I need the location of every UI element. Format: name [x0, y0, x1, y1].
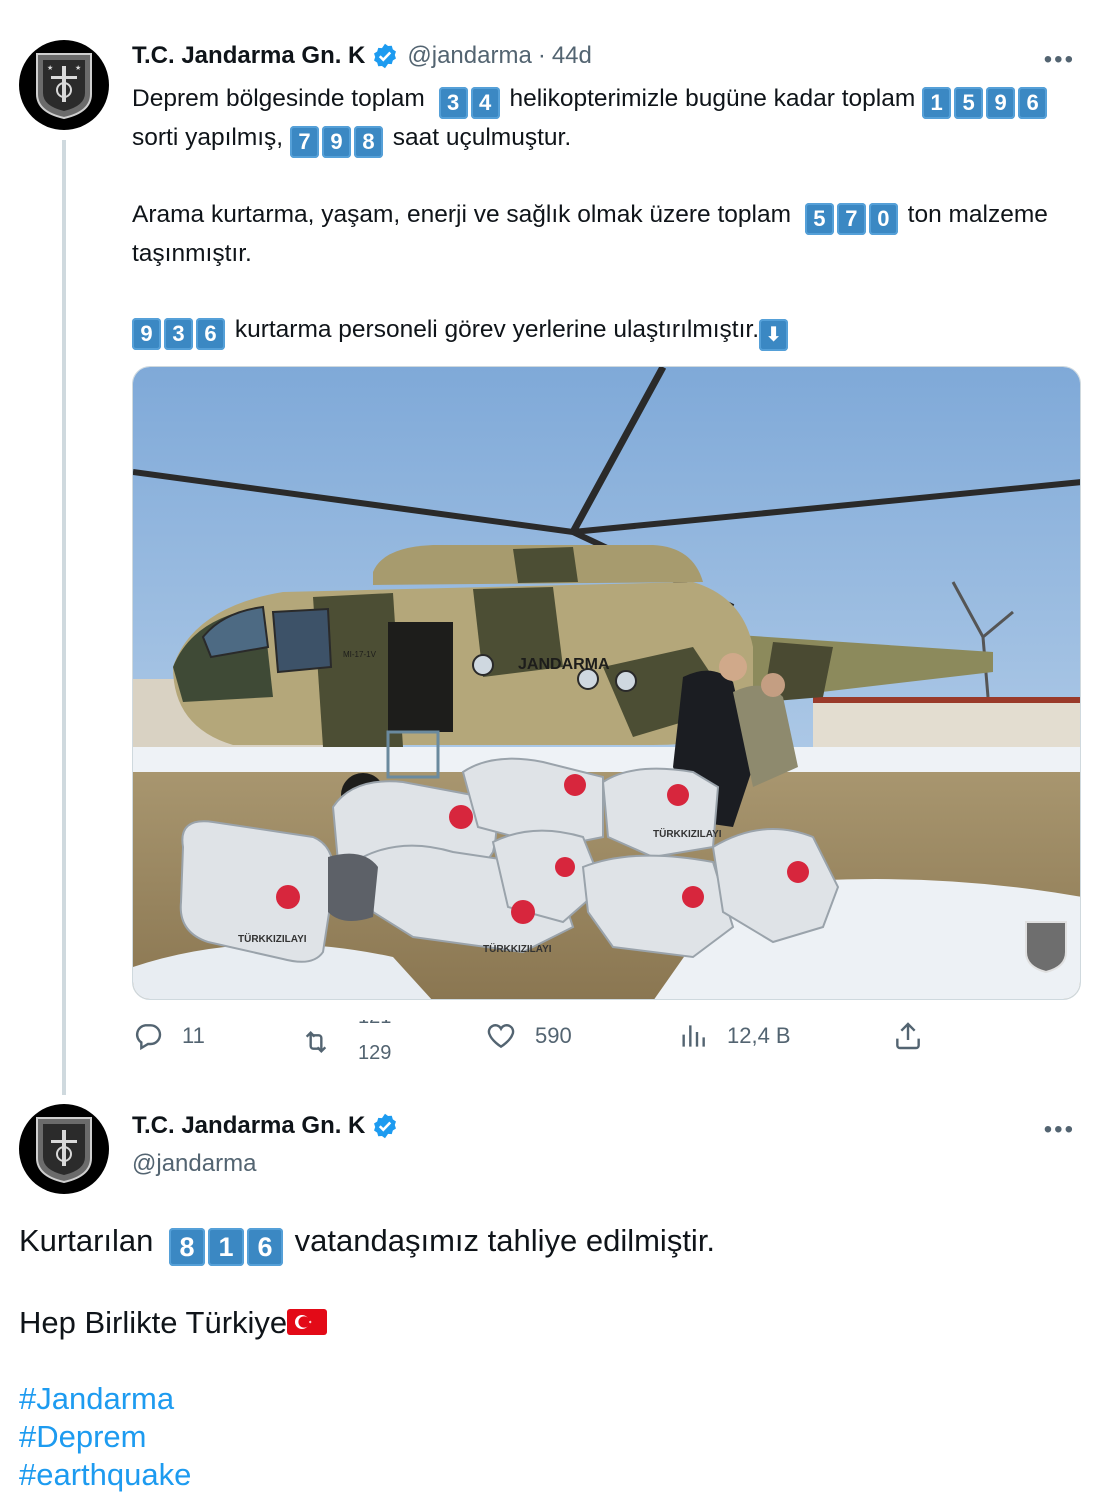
keycap-number-936: 936	[132, 316, 228, 350]
keycap-digit: 8	[169, 1228, 206, 1266]
keycap-digit: 8	[353, 126, 383, 158]
keycap-digit: 1	[922, 87, 952, 119]
keycap-number-798: 798	[289, 124, 386, 158]
tweet-media-photo[interactable]: JANDARMA MI-17-1V TÜRKKIZILAYI TÜRKKIZIL…	[132, 366, 1081, 1000]
keycap-digit: 6	[196, 318, 225, 350]
svg-text:★: ★	[47, 64, 53, 72]
tweet-paragraph-1: Deprem bölgesinde toplam 34 helikopterim…	[132, 80, 1082, 158]
hashtag-list: #Jandarma #Deprem #earthquake	[19, 1380, 1079, 1494]
views-button[interactable]: 12,4 B	[677, 1020, 791, 1052]
verified-badge-icon	[374, 1113, 397, 1139]
retweet-icon	[305, 1030, 327, 1054]
retweet-count-previous: 121	[358, 1020, 391, 1029]
bag-label: TÜRKKIZILAYI	[483, 942, 552, 955]
keycap-number-816: 816	[169, 1223, 286, 1266]
reply-count: 11	[182, 1023, 205, 1048]
like-button[interactable]: 590	[485, 1020, 572, 1052]
hashtag-link[interactable]: #earthquake	[19, 1456, 1079, 1494]
tweet-body: Kurtarılan 816 vatandaşımız tahliye edil…	[19, 1222, 1079, 1494]
like-count: 590	[535, 1023, 572, 1048]
keycap-digit: 7	[289, 126, 319, 158]
helicopter-photo: JANDARMA MI-17-1V TÜRKKIZILAYI TÜRKKIZIL…	[133, 367, 1080, 999]
tweet-handle-row: @jandarma	[132, 1150, 256, 1178]
turkey-flag-emoji	[287, 1309, 328, 1335]
keycap-digit: 5	[804, 203, 834, 235]
views-count: 12,4 B	[727, 1023, 791, 1048]
retweet-count: 129	[358, 1042, 392, 1064]
reply-button[interactable]: 11	[132, 1020, 205, 1052]
watermark-emblem	[1025, 921, 1067, 974]
hashtag-link[interactable]: #Deprem	[19, 1418, 1079, 1456]
share-button[interactable]	[892, 1020, 924, 1052]
keycap-digit: 6	[1018, 87, 1048, 119]
text-segment: saat uçulmuştur.	[392, 124, 572, 151]
jandarma-emblem-icon	[36, 1117, 92, 1184]
avatar[interactable]	[19, 1104, 109, 1194]
bag-label: TÜRKKIZILAYI	[238, 932, 307, 945]
keycap-digit: 0	[868, 203, 898, 235]
tweet-header: T.C. Jandarma Gn. K @jandarma · 44d	[132, 42, 592, 70]
tweet-timestamp[interactable]: 44d	[552, 42, 592, 70]
keycap-digit: 4	[470, 87, 500, 119]
keycap-digit: 9	[321, 126, 351, 158]
like-icon	[487, 1024, 515, 1049]
text-segment: vatandaşımız tahliye edilmiştir.	[294, 1223, 716, 1258]
keycap-digit: 5	[954, 87, 984, 119]
text-segment: kurtarma personeli görev yerlerine ulaşt…	[234, 316, 760, 343]
author-handle[interactable]: @jandarma	[407, 42, 531, 70]
down-arrow-emoji: ⬇	[759, 319, 789, 351]
retweet-button[interactable]: 121 129	[300, 1020, 408, 1064]
verified-badge-icon	[374, 43, 397, 69]
hashtag-link[interactable]: #Jandarma	[19, 1380, 1079, 1418]
tweet-paragraph-3: 936 kurtarma personeli görev yerlerine u…	[132, 311, 1082, 351]
retweet-count-roll: 121 129	[348, 1020, 408, 1064]
text-segment: Arama kurtarma, yaşam, enerji ve sağlık …	[132, 201, 792, 228]
avatar[interactable]: ★ ★	[19, 40, 109, 130]
tweet-body: Deprem bölgesinde toplam 34 helikopterim…	[132, 80, 1082, 389]
reply-icon	[135, 1024, 162, 1051]
share-icon	[896, 1022, 920, 1050]
text-segment: sorti yapılmış,	[132, 124, 284, 151]
keycap-number-1596: 1596	[922, 85, 1050, 119]
helicopter-model-label: MI-17-1V	[343, 650, 377, 659]
keycap-digit: 9	[132, 318, 161, 350]
keycap-digit: 7	[836, 203, 866, 235]
keycap-digit: 9	[986, 87, 1016, 119]
author-name[interactable]: T.C. Jandarma Gn. K	[132, 1112, 365, 1140]
bag-label: TÜRKKIZILAYI	[653, 827, 722, 840]
views-icon	[682, 1025, 705, 1047]
tweet-paragraph-2: Arama kurtarma, yaşam, enerji ve sağlık …	[132, 196, 1082, 273]
thread-line	[62, 140, 66, 1095]
svg-text:★: ★	[75, 64, 81, 72]
helicopter-label: JANDARMA	[518, 656, 610, 673]
author-handle[interactable]: @jandarma	[132, 1150, 256, 1178]
jandarma-emblem-icon: ★ ★	[36, 53, 92, 120]
keycap-digit: 6	[247, 1228, 284, 1266]
text-segment: Kurtarılan	[19, 1223, 154, 1258]
text-segment: Deprem bölgesinde toplam	[132, 85, 425, 112]
keycap-number-570: 570	[804, 201, 901, 235]
text-segment: Hep Birlikte Türkiye	[19, 1305, 288, 1340]
keycap-digit: 3	[438, 87, 468, 119]
author-name[interactable]: T.C. Jandarma Gn. K	[132, 42, 365, 70]
more-options-button[interactable]: •••	[1044, 46, 1075, 74]
tweet-header: T.C. Jandarma Gn. K	[132, 1112, 399, 1140]
tweet-line-2: Hep Birlikte Türkiye	[19, 1304, 1079, 1342]
header-separator: ·	[537, 42, 546, 69]
tweet-actions: 11 121 129 590 12,4 B	[132, 1020, 1082, 1064]
text-segment: helikopterimizle bugüne kadar toplam	[509, 85, 916, 112]
keycap-number-34: 34	[438, 85, 503, 119]
keycap-digit: 1	[208, 1228, 245, 1266]
more-options-button[interactable]: •••	[1044, 1116, 1075, 1144]
keycap-digit: 3	[164, 318, 193, 350]
tweet-line-1: Kurtarılan 816 vatandaşımız tahliye edil…	[19, 1222, 1079, 1266]
